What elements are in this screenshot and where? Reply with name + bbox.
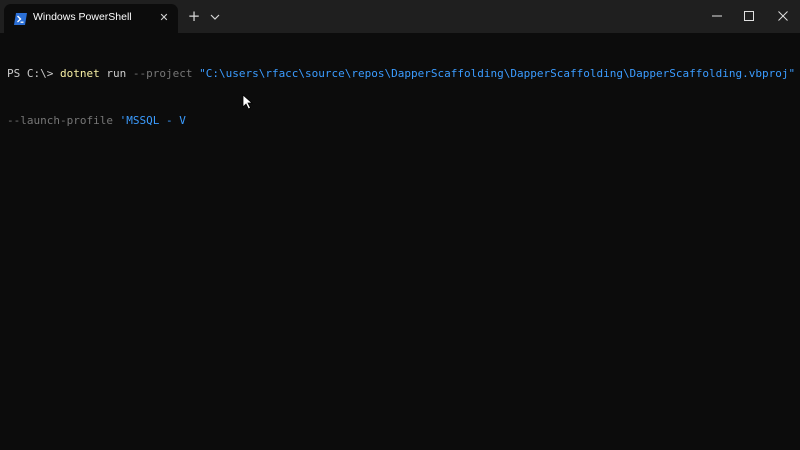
command-arg: run <box>99 67 133 80</box>
minimize-button[interactable] <box>700 0 734 32</box>
maximize-button[interactable] <box>732 0 766 32</box>
new-tab-button[interactable]: + <box>185 8 203 26</box>
terminal-output[interactable]: PS C:\> dotnet run --project "C:\users\r… <box>7 35 797 445</box>
param-project: --project <box>132 67 193 80</box>
tab-windows-powershell[interactable]: Windows PowerShell ✕ <box>4 4 178 33</box>
tab-title: Windows PowerShell <box>33 11 132 23</box>
terminal-line-2: --launch-profile 'MSSQL - V <box>7 113 797 129</box>
close-button[interactable] <box>766 0 800 32</box>
tab-close-icon[interactable]: ✕ <box>156 10 172 26</box>
title-bar[interactable]: Windows PowerShell ✕ + <box>0 0 800 33</box>
param-project-value: "C:\users\rfacc\source\repos\DapperScaff… <box>199 67 796 80</box>
param-launch-profile: --launch-profile <box>7 113 113 127</box>
command-name: dotnet <box>59 67 100 80</box>
minimize-icon <box>712 15 722 17</box>
terminal-line-1: PS C:\> dotnet run --project "C:\users\r… <box>7 66 797 82</box>
terminal-window: Windows PowerShell ✕ + PS C:\> dotnet ru… <box>0 0 800 450</box>
mouse-pointer-icon <box>242 94 254 110</box>
powershell-icon <box>14 12 27 25</box>
prompt: PS C:\> <box>7 67 60 80</box>
maximize-icon <box>744 11 754 21</box>
chevron-down-icon[interactable] <box>207 8 223 26</box>
close-icon <box>778 11 788 21</box>
param-launch-profile-value: 'MSSQL - V <box>119 113 186 127</box>
